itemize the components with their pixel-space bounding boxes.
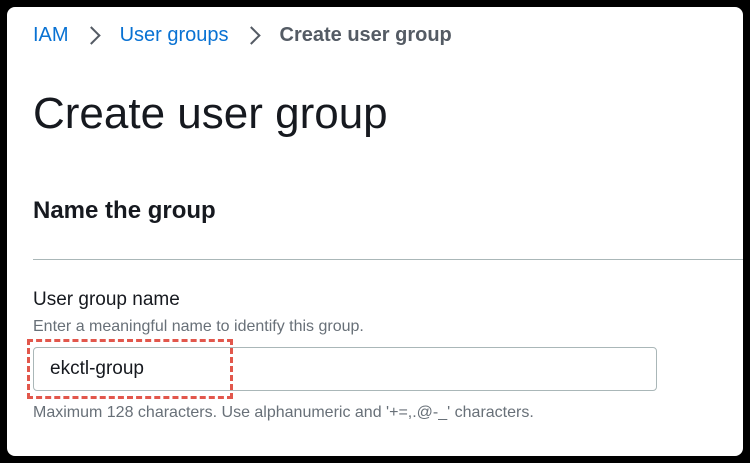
chevron-right-icon bbox=[81, 25, 101, 45]
user-group-name-constraint: Maximum 128 characters. Use alphanumeric… bbox=[33, 404, 534, 421]
user-group-name-description: Enter a meaningful name to identify this… bbox=[33, 318, 364, 335]
chevron-right-icon bbox=[241, 25, 261, 45]
breadcrumb-item-current: Create user group bbox=[279, 23, 452, 46]
section-title: Name the group bbox=[33, 197, 216, 224]
page-title: Create user group bbox=[33, 89, 388, 138]
section-divider bbox=[33, 259, 743, 260]
breadcrumb-item-iam[interactable]: IAM bbox=[33, 24, 69, 47]
screenshot-frame: IAM User groups Create user group Create… bbox=[0, 0, 750, 463]
breadcrumb-item-user-groups[interactable]: User groups bbox=[120, 24, 229, 47]
user-group-name-input[interactable] bbox=[33, 347, 657, 391]
content-panel: IAM User groups Create user group Create… bbox=[7, 7, 743, 456]
user-group-name-label: User group name bbox=[33, 289, 180, 310]
breadcrumb: IAM User groups Create user group bbox=[33, 20, 452, 50]
